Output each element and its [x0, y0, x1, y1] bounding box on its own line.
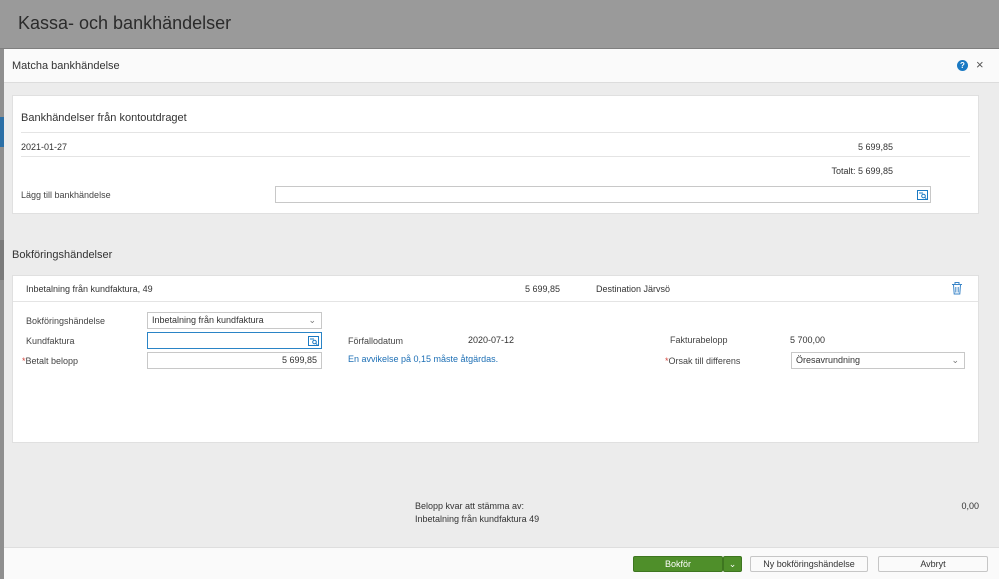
trash-icon[interactable] [951, 282, 963, 295]
booking-summary-amount: 5 699,85 [524, 284, 560, 294]
deviation-message: En avvikelse på 0,15 måste åtgärdas. [348, 354, 499, 364]
invoice-amount-value: 5 700,00 [790, 335, 826, 345]
bank-row-date: 2021-01-27 [21, 142, 68, 152]
chevron-down-icon: ⌄ [308, 315, 316, 325]
booking-section-title: Bokföringshändelser [12, 249, 113, 261]
match-dialog: Matcha bankhändelse ? × Bankhändelser fr… [4, 49, 999, 579]
remaining-label: Belopp kvar att stämma av: [415, 501, 525, 511]
page-title: Kassa- och bankhändelser [18, 13, 232, 33]
post-options-button[interactable]: ⌄ [723, 556, 742, 572]
bank-section-title: Bankhändelser från kontoutdraget [21, 112, 187, 124]
post-button[interactable]: Bokför [633, 556, 723, 572]
remaining-value: 0,00 [961, 501, 979, 511]
event-type-label: Bokföringshändelse [26, 316, 106, 326]
add-bank-event-input[interactable] [275, 186, 931, 203]
lookup-icon[interactable] [308, 336, 319, 346]
dialog-footer: Bokför ⌄ Ny bokföringshändelse Avbryt [4, 547, 999, 579]
dialog-title: Matcha bankhändelse [12, 60, 120, 72]
lookup-icon[interactable] [917, 190, 928, 200]
paid-amount-value: 5 699,85 [281, 355, 317, 365]
booking-summary-description: Inbetalning från kundfaktura, 49 [26, 284, 153, 294]
help-icon[interactable]: ? [957, 60, 968, 71]
booking-summary-customer: Destination Järvsö [596, 284, 671, 294]
customer-invoice-label: Kundfaktura [26, 336, 75, 346]
close-icon[interactable]: × [976, 57, 984, 72]
invoice-amount-label: Fakturabelopp [670, 335, 728, 345]
chevron-down-icon: ⌄ [728, 559, 737, 569]
cancel-button[interactable]: Avbryt [878, 556, 988, 572]
paid-amount-input[interactable]: 5 699,85 [147, 352, 322, 369]
divider [21, 132, 970, 133]
bank-total: Totalt: 5 699,85 [831, 166, 893, 176]
due-date-label: Förfallodatum [348, 336, 404, 346]
divider [13, 301, 978, 302]
event-type-value: Inbetalning från kundfaktura [152, 315, 264, 325]
due-date-value: 2020-07-12 [468, 335, 515, 345]
add-bank-event-label: Lägg till bankhändelse [21, 190, 111, 200]
chevron-down-icon: ⌄ [951, 355, 959, 365]
bank-row-amount: 5 699,85 [857, 142, 893, 152]
event-type-select[interactable]: Inbetalning från kundfaktura ⌄ [147, 312, 322, 329]
booking-events-panel: Inbetalning från kundfaktura, 49 5 699,8… [12, 275, 979, 443]
divider [21, 156, 970, 157]
paid-amount-label: *Betalt belopp [22, 356, 79, 366]
difference-reason-label: *Orsak till differens [665, 356, 741, 366]
remaining-sublabel: Inbetalning från kundfaktura 49 [415, 514, 540, 524]
dialog-header: Matcha bankhändelse ? × [4, 49, 999, 83]
difference-reason-value: Öresavrundning [796, 355, 861, 365]
customer-invoice-input[interactable] [147, 332, 322, 349]
bank-events-panel: Bankhändelser från kontoutdraget 2021-01… [12, 95, 979, 214]
new-booking-event-button[interactable]: Ny bokföringshändelse [750, 556, 868, 572]
difference-reason-select[interactable]: Öresavrundning ⌄ [791, 352, 965, 369]
